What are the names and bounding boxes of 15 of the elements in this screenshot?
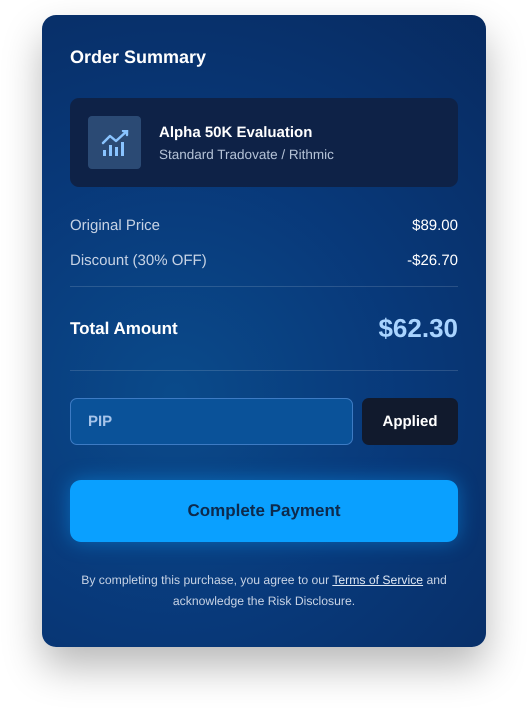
product-subtitle: Standard Tradovate / Rithmic <box>159 146 334 162</box>
total-value: $62.30 <box>378 313 458 344</box>
chart-icon <box>88 116 141 169</box>
terms-link[interactable]: Terms of Service <box>332 573 424 587</box>
disclaimer-text: By completing this purchase, you agree to our Terms of Service and acknowledge the Risk Disclosure. <box>80 572 448 610</box>
card-title: Order Summary <box>70 47 208 68</box>
price-value: -$26.70 <box>407 252 458 269</box>
applied-button[interactable]: Applied <box>362 398 458 445</box>
price-label: Original Price <box>70 217 160 234</box>
complete-payment-button[interactable]: Complete Payment <box>70 480 458 542</box>
price-value: $89.00 <box>412 217 458 234</box>
total-label: Total Amount <box>70 318 178 338</box>
price-label: Discount (30% OFF) <box>70 252 207 269</box>
promo-code-field[interactable]: PIP <box>70 398 353 445</box>
product-name: Alpha 50K Evaluation <box>159 124 314 140</box>
